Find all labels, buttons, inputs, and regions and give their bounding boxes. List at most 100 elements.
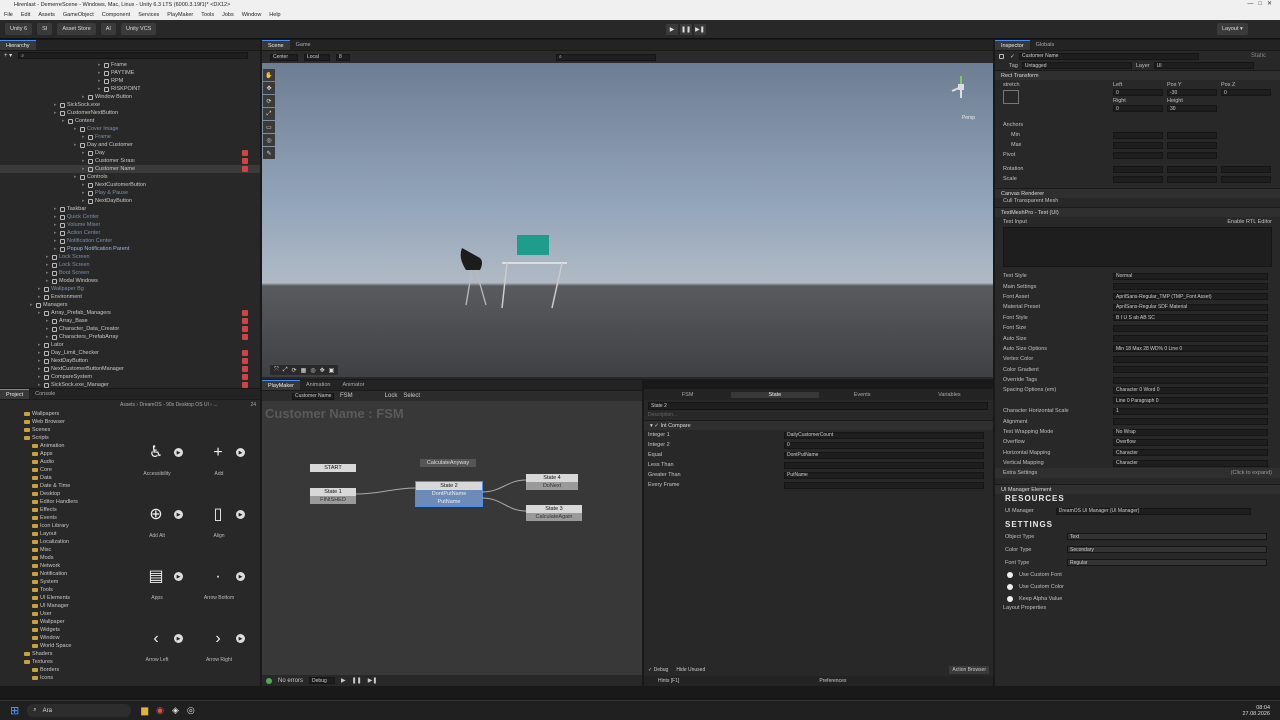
project-folder[interactable]: Editor Handlers xyxy=(0,498,118,506)
rtl-toggle[interactable]: Enable RTL Editor xyxy=(1227,219,1272,225)
action-browser-button[interactable]: Action Browser xyxy=(949,666,989,674)
persp-label[interactable]: Persp xyxy=(962,115,975,121)
hierarchy-item[interactable]: ▸ Modal Windows xyxy=(0,277,260,285)
tab-events[interactable]: Events xyxy=(819,392,906,398)
layer-dropdown[interactable]: UI xyxy=(1153,62,1254,69)
overlay-tool-icon[interactable]: ⟳ xyxy=(292,367,297,374)
preview-play-icon[interactable]: ▶ xyxy=(236,448,245,457)
project-folder[interactable]: Notification xyxy=(0,570,118,578)
project-folder[interactable]: Network xyxy=(0,562,118,570)
step-button[interactable]: ▶❚ xyxy=(694,24,706,35)
property-field[interactable]: Line 0 Paragraph 0 xyxy=(1113,397,1268,405)
menu-item-playmaker[interactable]: PlayMaker xyxy=(167,12,193,18)
state-description[interactable]: Description... xyxy=(648,412,989,420)
preview-play-icon[interactable]: ▶ xyxy=(236,510,245,519)
posz-field[interactable]: 0 xyxy=(1221,89,1271,96)
param-field[interactable]: DontPutName xyxy=(784,451,984,459)
project-folder[interactable]: UI Elements xyxy=(0,594,118,602)
menu-item-edit[interactable]: Edit xyxy=(21,12,30,18)
action-foldout-icon[interactable]: ▾ ✓ xyxy=(650,423,660,429)
property-field[interactable] xyxy=(1113,355,1268,363)
state-name-field[interactable]: State 2 xyxy=(648,402,988,410)
hierarchy-item[interactable]: ▸ Popup Notification Parent xyxy=(0,245,260,253)
window-controls[interactable]: — □ ✕ xyxy=(1247,0,1272,7)
hierarchy-item[interactable]: ▸ Lock Screen xyxy=(0,261,260,269)
taskbar-search[interactable]: ⌕ Ara xyxy=(27,704,132,717)
asset-item[interactable]: ▯ ▶ Align xyxy=(202,499,260,557)
project-folder[interactable]: Misc xyxy=(0,546,118,554)
hierarchy-item[interactable]: ▸ Window Button xyxy=(0,93,260,101)
property-field[interactable] xyxy=(1113,418,1268,426)
property-field[interactable] xyxy=(1113,283,1268,291)
menu-item-tools[interactable]: Tools xyxy=(201,12,214,18)
property-field[interactable] xyxy=(1113,335,1268,343)
hierarchy-item[interactable]: ▸ Boot Screen xyxy=(0,269,260,277)
active-checkbox[interactable]: ✓ xyxy=(1010,53,1015,60)
hierarchy-item[interactable]: ▸ NextCustomerButtonManager xyxy=(0,365,260,373)
project-folder[interactable]: Web Browser xyxy=(0,418,118,426)
rotation-y[interactable] xyxy=(1167,166,1217,173)
left-field[interactable]: 0 xyxy=(1113,89,1163,96)
right-field[interactable]: 0 xyxy=(1113,105,1163,112)
breadcrumb[interactable]: Assets › DreamOS - 90s Desktop OS UI › .… xyxy=(120,402,218,408)
hierarchy-item[interactable]: ▸ Character_Data_Creator xyxy=(0,325,260,333)
project-folder[interactable]: Data xyxy=(0,474,118,482)
hierarchy-item[interactable]: ▸ Environment xyxy=(0,293,260,301)
hierarchy-item[interactable]: ▸ CompareSystem xyxy=(0,373,260,381)
hierarchy-item[interactable]: ▸ Customer Name xyxy=(0,165,260,173)
vcs-button[interactable]: Unity VCS xyxy=(120,23,157,35)
tab-scene[interactable]: Scene xyxy=(262,40,290,50)
tab-hierarchy[interactable]: Hierarchy xyxy=(0,40,36,50)
project-folder[interactable]: World Space xyxy=(0,642,118,650)
param-field[interactable]: PutName xyxy=(784,471,984,479)
hierarchy-item[interactable]: ▸ Array_Prefab_Managers xyxy=(0,309,260,317)
hide-unused-toggle[interactable]: Hide Unused xyxy=(676,667,705,673)
orientation-gizmo[interactable] xyxy=(949,75,973,99)
project-folder[interactable]: Date & Time xyxy=(0,482,118,490)
hierarchy-item[interactable]: ▸ Lock Screen xyxy=(0,253,260,261)
scene-search-input[interactable]: ⌕ xyxy=(556,53,656,61)
grid-snap-field[interactable]: 8 xyxy=(336,53,350,61)
anchor-max-y[interactable] xyxy=(1167,142,1217,149)
property-field[interactable] xyxy=(1113,376,1268,384)
menu-item-component[interactable]: Component xyxy=(102,12,130,18)
property-field[interactable]: Normal xyxy=(1113,272,1268,280)
param-field[interactable]: 0 xyxy=(784,441,984,449)
hierarchy-item[interactable]: ▸ Frame xyxy=(0,61,260,69)
overlay-tool-icon[interactable]: ◎ xyxy=(310,367,315,374)
tag-dropdown[interactable]: Untagged xyxy=(1021,62,1132,69)
project-folder[interactable]: Icons xyxy=(0,674,118,682)
settings-dropdown[interactable]: Regular xyxy=(1067,559,1267,567)
asset-item[interactable]: ▤ ▶ Apps xyxy=(140,561,198,619)
hierarchy-item[interactable]: ▸ Quick Center xyxy=(0,213,260,221)
anchor-min-x[interactable] xyxy=(1113,132,1163,139)
preview-play-icon[interactable]: ▶ xyxy=(236,634,245,643)
property-field[interactable]: AprilSans-Regular_TMP (TMP_Font Asset) xyxy=(1113,293,1268,301)
hierarchy-item[interactable]: ▸ Volume Mixer xyxy=(0,221,260,229)
scene-viewport[interactable]: ✋ ✥ ⟳ ⤢ ▭ ◎ ✎ Persp ⤧ ⤢ ⟳ ▦ ◎ ✥ ▣ xyxy=(262,63,993,377)
menu-item-jobs[interactable]: Jobs xyxy=(222,12,234,18)
tab-inspector[interactable]: Inspector xyxy=(995,40,1030,50)
project-folder[interactable]: Localization xyxy=(0,538,118,546)
hierarchy-item[interactable]: ▸ NextDayButton xyxy=(0,197,260,205)
hierarchy-search-input[interactable]: ⌕ xyxy=(18,52,249,59)
hierarchy-item[interactable]: ▸ Day and Customer xyxy=(0,141,260,149)
rotation-z[interactable] xyxy=(1221,166,1271,173)
hierarchy-item[interactable]: ▸ Play & Pause xyxy=(0,189,260,197)
si-button[interactable]: SI xyxy=(37,23,53,35)
param-field[interactable]: DailyCustomerCount xyxy=(784,431,984,439)
tab-console[interactable]: Console xyxy=(29,389,61,399)
file-explorer-icon[interactable]: ▆ xyxy=(141,705,148,716)
hierarchy-item[interactable]: ▸ Managers xyxy=(0,301,260,309)
anchor-preset-button[interactable] xyxy=(1003,90,1019,104)
static-toggle[interactable]: Static xyxy=(1251,53,1266,59)
hierarchy-item[interactable]: ▸ Controls xyxy=(0,173,260,181)
scale-x[interactable] xyxy=(1113,176,1163,183)
preview-play-icon[interactable]: ▶ xyxy=(174,448,183,457)
menu-item-services[interactable]: Services xyxy=(138,12,159,18)
overlay-tool-icon[interactable]: ⤧ xyxy=(274,367,279,374)
project-folder[interactable]: Textures xyxy=(0,658,118,666)
project-folder[interactable]: Window xyxy=(0,634,118,642)
overlay-tool-icon[interactable]: ▦ xyxy=(301,367,307,374)
project-folder[interactable]: Audio xyxy=(0,458,118,466)
